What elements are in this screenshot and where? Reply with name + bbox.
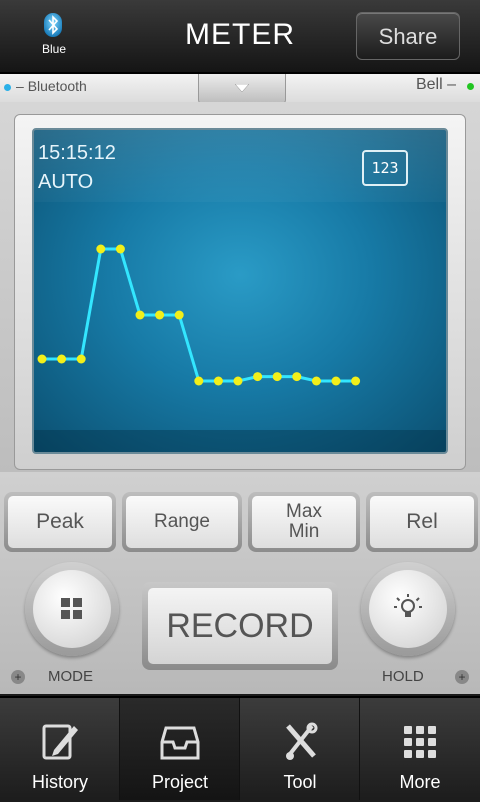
nav-tool-label: Tool <box>283 772 317 792</box>
nav-project-label: Project <box>151 772 209 792</box>
max-min-face: Max Min <box>252 496 356 548</box>
hold-label: HOLD <box>382 668 424 685</box>
bell-status-label: Bell <box>415 76 443 93</box>
range-button[interactable]: Range <box>122 492 242 552</box>
inbox-icon <box>160 726 200 760</box>
min-label: Min <box>288 521 320 542</box>
bell-status: Bell – <box>415 76 456 93</box>
bluetooth-led-icon <box>4 84 11 91</box>
mode-label: MODE <box>48 668 93 685</box>
mode-button[interactable] <box>25 562 119 656</box>
mode-button-face <box>33 570 111 648</box>
data-point <box>292 372 302 382</box>
time-readout: 15:15:12 <box>38 142 116 164</box>
data-point <box>57 354 67 364</box>
bluetooth-status: – Bluetooth <box>16 78 87 94</box>
grid-icon <box>404 726 436 758</box>
app-title: METER <box>185 18 295 51</box>
bluetooth-status-label: Bluetooth <box>27 78 87 94</box>
peak-button[interactable]: Peak <box>4 492 116 552</box>
record-button[interactable]: RECORD <box>142 582 338 670</box>
nav-more-label: More <box>399 772 441 792</box>
data-point <box>194 376 204 386</box>
max-label: Max <box>286 501 322 522</box>
top-bar: Blue METER Share <box>0 0 480 74</box>
data-point <box>37 354 47 364</box>
screw-icon: + <box>455 670 469 684</box>
bell-led-icon <box>467 83 474 90</box>
series-line <box>42 247 356 383</box>
nav-history[interactable]: History <box>0 698 120 800</box>
data-point <box>311 376 321 386</box>
nav-project[interactable]: Project <box>120 698 240 800</box>
data-point <box>351 376 361 386</box>
data-point <box>253 372 263 382</box>
digits-badge[interactable]: 123 <box>362 150 408 186</box>
data-point <box>174 310 184 320</box>
max-min-button[interactable]: Max Min <box>248 492 360 552</box>
four-squares-icon <box>61 598 82 619</box>
range-button-label: Range <box>126 496 238 548</box>
rel-button-label: Rel <box>370 496 474 548</box>
edit-icon <box>42 724 78 760</box>
bluetooth-label: Blue <box>41 42 67 56</box>
range-mode-readout: AUTO <box>38 171 94 193</box>
tools-icon <box>286 722 318 760</box>
lightbulb-icon <box>394 594 422 617</box>
dropdown-toggle[interactable] <box>198 74 286 104</box>
rel-button[interactable]: Rel <box>366 492 478 552</box>
data-point <box>272 372 282 382</box>
hold-button-face <box>369 570 447 648</box>
peak-button-label: Peak <box>8 496 112 548</box>
nav-tool[interactable]: Tool <box>240 698 360 800</box>
data-point <box>213 376 223 386</box>
data-point <box>76 354 86 364</box>
bluetooth-button[interactable]: Blue <box>30 10 78 60</box>
nav-more[interactable]: More <box>360 698 480 800</box>
hold-button[interactable] <box>361 562 455 656</box>
data-point <box>155 310 165 320</box>
screw-icon: + <box>11 670 25 684</box>
share-button[interactable]: Share <box>356 12 460 60</box>
data-point <box>233 376 243 386</box>
data-point <box>96 244 106 254</box>
data-point <box>115 244 125 254</box>
chevron-down-icon <box>235 84 249 92</box>
nav-history-label: History <box>31 772 88 792</box>
data-point <box>135 310 145 320</box>
bluetooth-icon <box>44 13 62 37</box>
record-button-label: RECORD <box>148 588 332 664</box>
data-point <box>331 376 341 386</box>
